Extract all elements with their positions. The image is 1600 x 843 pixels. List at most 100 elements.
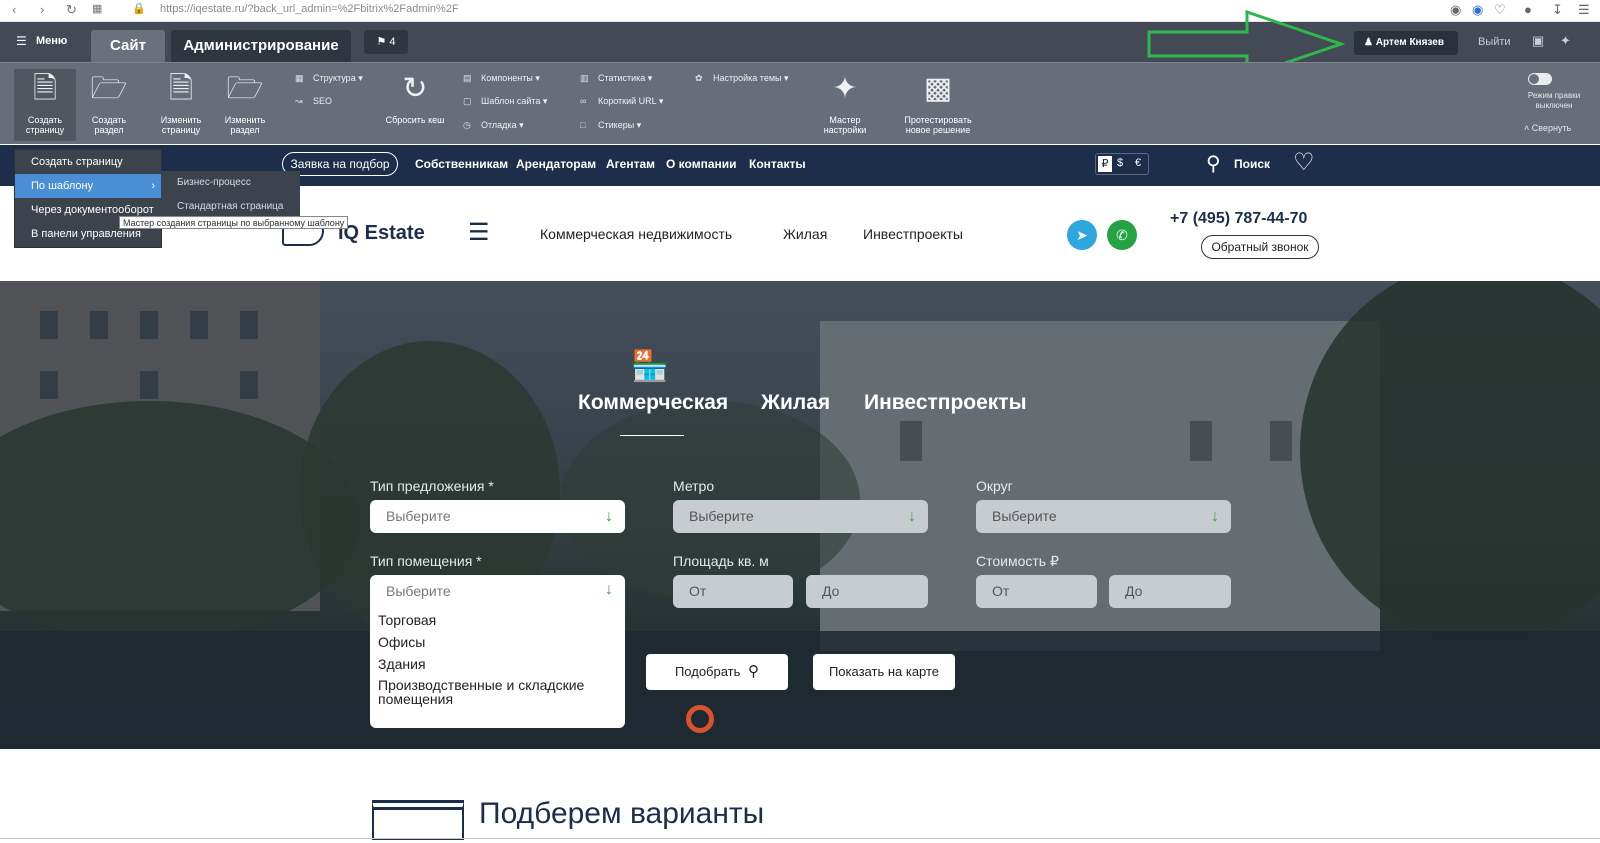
edit-section-button[interactable]: 🗁 Изменить раздел (214, 69, 276, 135)
create-section-button[interactable]: 🗁 Создать раздел (78, 69, 140, 135)
shield-icon[interactable]: ◉ (1472, 2, 1483, 18)
magnifier-icon: ⚲ (748, 663, 760, 680)
premises-type-dropdown[interactable]: Выберите ↓ Торговая Офисы Здания Произво… (370, 575, 625, 728)
tab-site[interactable]: Сайт (91, 30, 165, 62)
reset-cache-button[interactable]: ↻ Сбросить кеш (384, 69, 446, 125)
heart-icon[interactable]: ♡ (1494, 2, 1506, 18)
header-residential[interactable]: Жилая (783, 226, 827, 242)
menu-by-template[interactable]: По шаблону › (15, 174, 163, 198)
edit-mode-toggle[interactable] (1528, 73, 1552, 85)
template-icon: ▢ (463, 96, 472, 106)
menu-by-template-label: По шаблону (31, 180, 94, 192)
address-bar[interactable]: https://iqestate.ru/?back_url_admin=%2Fb… (160, 3, 459, 15)
price-from-input[interactable]: От (976, 575, 1097, 608)
option-industrial[interactable]: Производственные и складские помещения (378, 678, 618, 706)
create-page-button[interactable]: 🗎 Создать страницу (14, 69, 76, 141)
notifications-button[interactable]: ⚑ 4 (364, 30, 408, 54)
tab-residential[interactable]: Жилая (761, 391, 830, 415)
toggle-knob (1529, 74, 1539, 84)
submenu-standard-page[interactable]: Стандартная страница (177, 201, 283, 212)
menu-create-page[interactable]: Создать страницу (15, 150, 163, 174)
nav-contacts[interactable]: Контакты (749, 157, 806, 171)
theme-settings-button[interactable]: ✿ Настройка темы ▾ (695, 71, 789, 85)
forward-arrow-icon[interactable]: › (40, 2, 44, 17)
user-button[interactable]: ♟ Артем Князев (1354, 31, 1458, 55)
window-icon[interactable]: ▣ (1532, 33, 1544, 49)
statistics-label: Статистика (598, 73, 646, 83)
option-buildings[interactable]: Здания (378, 656, 426, 672)
menu-icon[interactable]: ☰ (1578, 2, 1590, 18)
show-on-map-button[interactable]: Показать на карте (813, 654, 955, 690)
favorites-heart-icon[interactable]: ♡ (1293, 148, 1315, 177)
edit-section-label: Изменить раздел (224, 115, 266, 135)
debug-label: Отладка (481, 120, 517, 130)
section-title: Подберем варианты (479, 797, 765, 830)
area-from-input[interactable]: От (673, 575, 793, 608)
browser-toolbar: ‹ › ↻ ▦ 🔒 https://iqestate.ru/?back_url_… (0, 0, 1600, 22)
create-page-icon: 🗎 (32, 72, 58, 105)
site-template-button[interactable]: ▢ Шаблон сайта ▾ (463, 94, 547, 108)
price-to-input[interactable]: До (1109, 575, 1231, 608)
site-template-label: Шаблон сайта (481, 96, 541, 106)
seo-button[interactable]: ↝ SEO (295, 94, 332, 108)
phone-number[interactable]: +7 (495) 787-44-70 (1170, 210, 1307, 228)
structure-button[interactable]: ▦ Структура ▾ (295, 71, 363, 85)
option-retail[interactable]: Торговая (378, 612, 436, 628)
short-url-button[interactable]: ∞ Короткий URL ▾ (580, 94, 663, 108)
statistics-button[interactable]: ▥ Статистика ▾ (580, 71, 652, 85)
telegram-icon[interactable]: ➤ (1067, 220, 1097, 250)
currency-usd[interactable]: $ (1117, 157, 1123, 169)
currency-eur[interactable]: € (1135, 157, 1141, 169)
template-submenu: Бизнес-процесс Стандартная страница (161, 171, 300, 217)
admin-menu-button[interactable]: Меню (36, 35, 67, 47)
tab-investment[interactable]: Инвестпроекты (864, 391, 1027, 415)
search-submit-button[interactable]: Подобрать ⚲ (646, 654, 788, 690)
nav-agents[interactable]: Агентам (606, 157, 655, 171)
collapse-button[interactable]: ˄ Свернуть (1524, 123, 1571, 133)
hamburger-menu-icon[interactable]: ☰ (468, 218, 490, 247)
test-solution-button[interactable]: ▩ Протестировать новое решение (896, 69, 980, 135)
metro-select[interactable]: Выберите ↓ (673, 500, 928, 533)
tab-administration[interactable]: Администрирование (171, 30, 351, 62)
tabs-grid-icon[interactable]: ▦ (92, 2, 102, 15)
logo-text[interactable]: IQ Estate (338, 222, 425, 245)
back-arrow-icon[interactable]: ‹ (12, 2, 16, 17)
callback-button[interactable]: Обратный звонок (1201, 235, 1319, 259)
nav-owners[interactable]: Собственникам (415, 157, 508, 171)
setup-wizard-button[interactable]: ✦ Мастер настройки (814, 69, 876, 135)
reload-icon[interactable]: ↻ (66, 2, 77, 18)
district-select[interactable]: Выберите ↓ (976, 500, 1231, 533)
pin-icon[interactable]: ✦ (1560, 33, 1571, 49)
area-to-input[interactable]: До (806, 575, 928, 608)
components-icon: ▤ (463, 73, 472, 83)
hamburger-icon[interactable]: ☰ (16, 34, 27, 48)
search-icon[interactable]: ⚲ (1206, 151, 1221, 176)
stickers-button[interactable]: □ Стикеры ▾ (580, 118, 641, 132)
nav-about[interactable]: О компании (666, 157, 737, 171)
components-button[interactable]: ▤ Компоненты ▾ (463, 71, 540, 85)
create-folder-icon: 🗁 (90, 72, 128, 105)
edit-page-button[interactable]: 🗎 Изменить страницу (150, 69, 212, 135)
submenu-business-process[interactable]: Бизнес-процесс (177, 177, 251, 188)
offer-type-select[interactable]: Выберите ↓ (370, 500, 625, 533)
storefront-icon: 🏪 (631, 350, 669, 383)
logout-link[interactable]: Выйти (1478, 36, 1511, 48)
components-label: Компоненты (481, 73, 533, 83)
whatsapp-icon[interactable]: ✆ (1107, 220, 1137, 250)
header-commercial[interactable]: Коммерческая недвижимость (540, 226, 732, 242)
debug-button[interactable]: ◷ Отладка ▾ (463, 118, 524, 132)
arrow-down-icon: ↓ (1211, 508, 1219, 525)
profile-icon[interactable]: ● (1524, 2, 1532, 17)
option-offices[interactable]: Офисы (378, 634, 425, 650)
area-label: Площадь кв. м (673, 553, 769, 569)
sticker-icon: □ (580, 120, 586, 130)
tab-commercial[interactable]: Коммерческая (578, 391, 728, 415)
search-link[interactable]: Поиск (1234, 157, 1270, 171)
structure-icon: ▦ (295, 73, 304, 83)
camera-icon[interactable]: ◉ (1450, 2, 1461, 18)
currency-rub[interactable]: ₽ (1098, 156, 1112, 172)
nav-tenants[interactable]: Арендаторам (516, 157, 596, 171)
theme-settings-label: Настройка темы (713, 73, 782, 83)
header-investment[interactable]: Инвестпроекты (863, 226, 963, 242)
download-icon[interactable]: ↧ (1552, 2, 1563, 18)
